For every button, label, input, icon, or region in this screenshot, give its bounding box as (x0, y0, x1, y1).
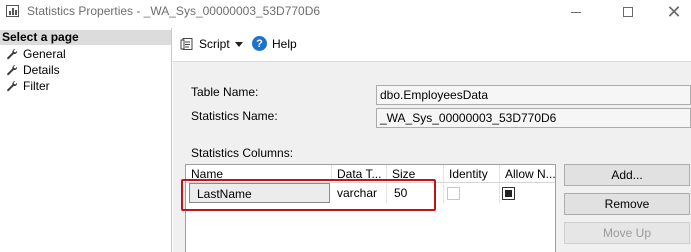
wrench-icon (7, 81, 18, 92)
column-header-allow-nulls[interactable]: Allow N... (500, 165, 555, 183)
wrench-icon (7, 49, 18, 60)
page-item-label: Filter (23, 79, 50, 93)
cell-size: 50 (387, 183, 444, 203)
cell-allow-nulls (500, 183, 555, 203)
maximize-icon (623, 7, 633, 17)
cell-column-name[interactable]: LastName (189, 183, 330, 203)
allow-nulls-checkbox[interactable] (502, 187, 515, 200)
script-dropdown-caret-icon[interactable] (235, 42, 243, 47)
minimize-icon (571, 11, 581, 13)
help-icon: ? (252, 36, 267, 51)
title-bar: Statistics Properties - _WA_Sys_00000003… (0, 0, 691, 24)
column-header-data-type[interactable]: Data T... (332, 165, 387, 183)
table-row[interactable]: LastName varchar 50 (186, 183, 555, 203)
help-label: Help (272, 36, 297, 51)
grid-header: Name Data T... Size Identity Allow N... (186, 165, 555, 183)
page-item-label: Details (23, 63, 60, 77)
statistics-columns-label: Statistics Columns: (191, 146, 294, 160)
cell-identity (444, 183, 500, 203)
close-icon: ✕ (666, 2, 682, 22)
statistics-name-field[interactable]: _WA_Sys_00000003_53D770D6 (376, 108, 691, 128)
column-header-identity[interactable]: Identity (444, 165, 500, 183)
statistics-columns-grid: Name Data T... Size Identity Allow N... … (185, 164, 556, 252)
script-label: Script (199, 37, 230, 51)
page-item-label: General (23, 47, 66, 61)
minimize-button[interactable] (553, 0, 599, 24)
page-item-filter[interactable]: Filter (6, 78, 50, 94)
window-title: Statistics Properties - _WA_Sys_00000003… (27, 4, 321, 18)
table-name-label: Table Name: (191, 85, 259, 99)
script-icon (180, 38, 193, 50)
statistics-app-icon (6, 5, 19, 17)
select-page-header: Select a page (0, 30, 171, 45)
move-up-button[interactable]: Move Up (564, 222, 690, 244)
remove-button[interactable]: Remove (564, 193, 690, 215)
close-button[interactable]: ✕ (651, 0, 691, 24)
page-item-details[interactable]: Details (6, 62, 60, 78)
column-header-name[interactable]: Name (186, 165, 332, 183)
script-button[interactable]: Script (180, 37, 230, 51)
toolbar: Script ? Help (173, 28, 691, 62)
page-selector-pane: Select a page General Details Filter (0, 28, 172, 252)
table-name-field[interactable]: dbo.EmployeesData (376, 85, 691, 105)
column-header-size[interactable]: Size (387, 165, 444, 183)
page-item-general[interactable]: General (6, 46, 66, 62)
cell-data-type: varchar (332, 183, 387, 203)
properties-content-pane: Script ? Help Table Name: dbo.EmployeesD… (173, 28, 691, 252)
help-button[interactable]: ? Help (252, 36, 297, 51)
wrench-icon (7, 65, 18, 76)
maximize-button[interactable] (605, 0, 651, 24)
identity-checkbox[interactable] (447, 187, 460, 200)
add-button[interactable]: Add... (564, 164, 690, 186)
statistics-name-label: Statistics Name: (191, 109, 278, 123)
